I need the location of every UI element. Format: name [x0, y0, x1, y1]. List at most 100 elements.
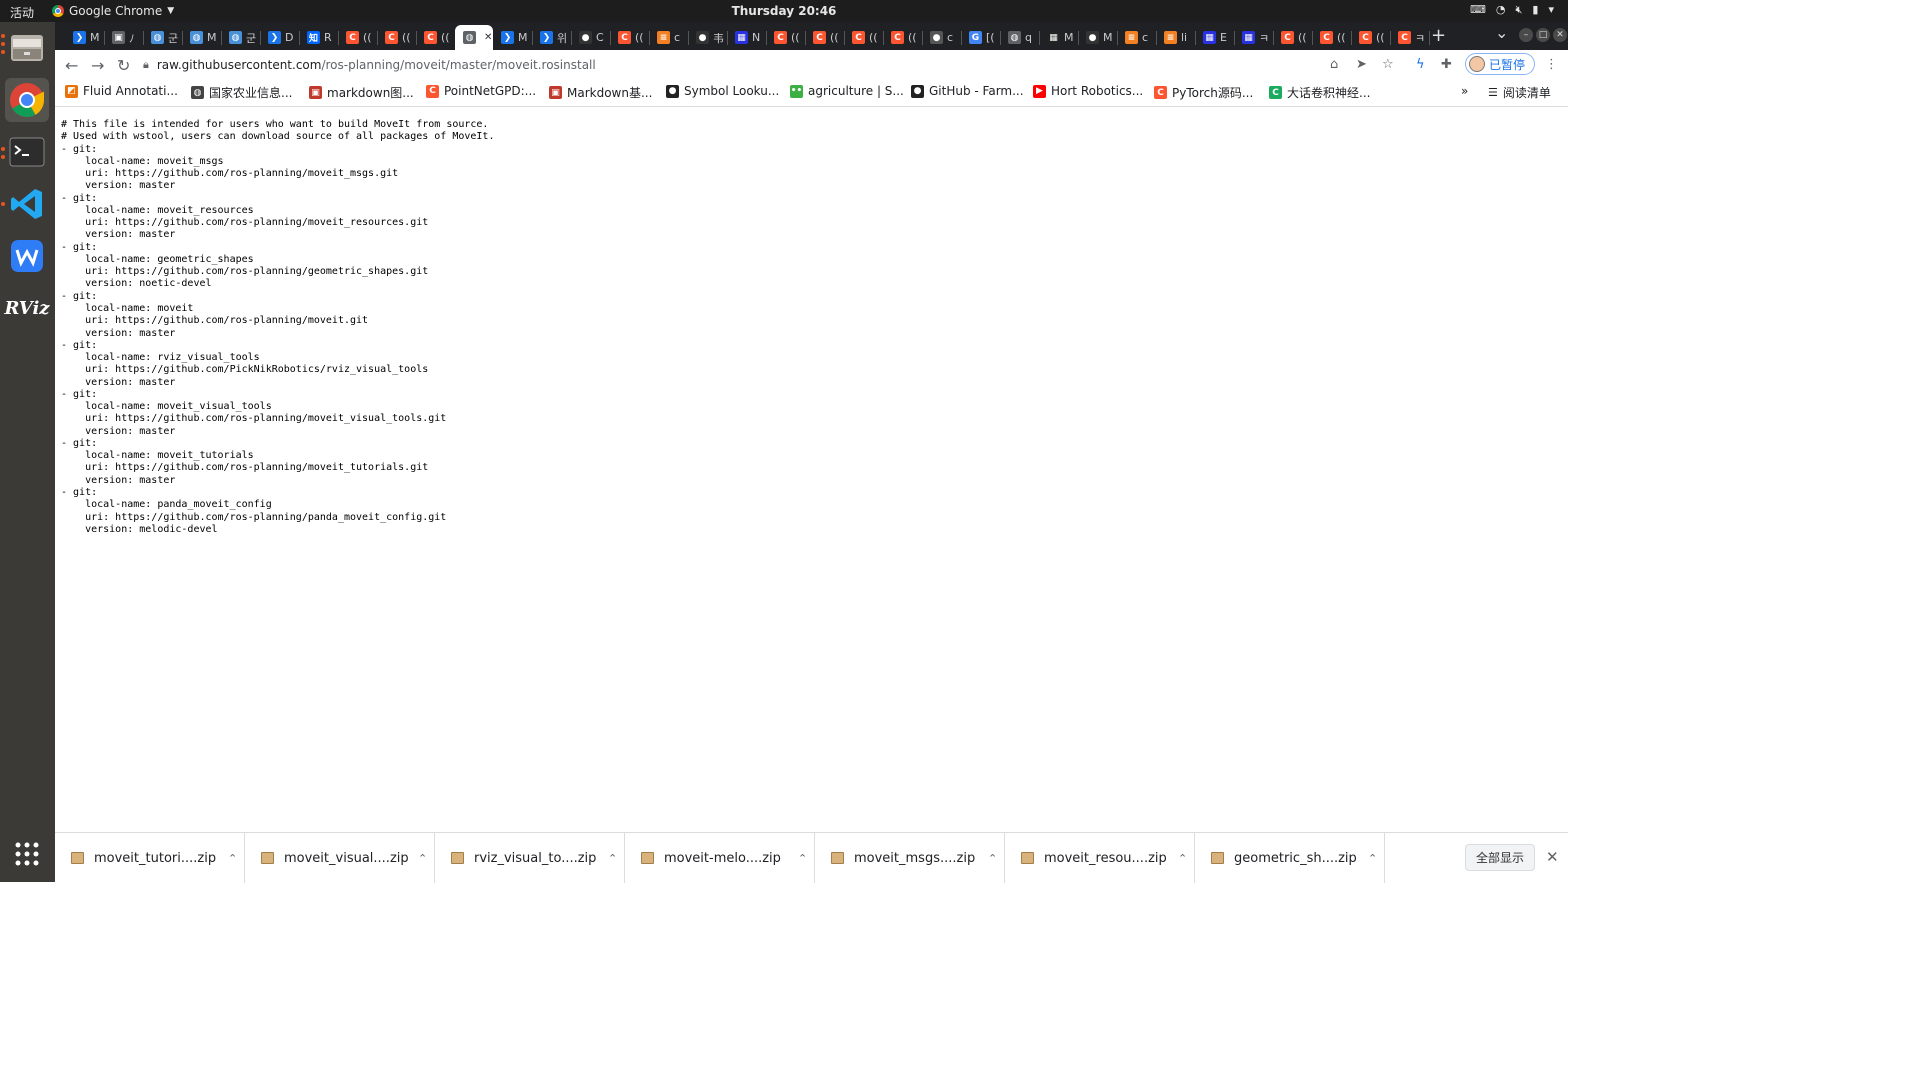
tab[interactable]: ❯ M: [493, 25, 532, 50]
download-item[interactable]: geometric_sh....zip ⌃: [1195, 833, 1385, 883]
download-item[interactable]: moveit_visual....zip ⌃: [245, 833, 435, 883]
tab[interactable]: ≡ c: [649, 25, 688, 50]
download-item[interactable]: moveit_resou....zip ⌃: [1005, 833, 1195, 883]
bookmark-item[interactable]: ◩ Fluid Annotati...: [65, 84, 178, 98]
tab[interactable]: C ((: [844, 25, 883, 50]
tab[interactable]: ◍ 군: [221, 25, 260, 50]
wps-app-icon[interactable]: [5, 234, 49, 278]
tab[interactable]: Cㅋ: [1390, 25, 1429, 50]
show-applications-icon[interactable]: [5, 832, 49, 876]
tab[interactable]: ▦ M: [1039, 25, 1078, 50]
battery-icon[interactable]: ▮: [1532, 3, 1538, 17]
close-shelf-icon[interactable]: ✕: [1546, 848, 1559, 866]
tab[interactable]: ▦ E: [1195, 25, 1234, 50]
tab[interactable]: ❯ D: [260, 25, 299, 50]
download-item[interactable]: moveit-melo....zip ⌃: [625, 833, 815, 883]
wifi-icon[interactable]: ◔: [1496, 3, 1506, 17]
tab[interactable]: ◍ q: [1000, 25, 1039, 50]
profile-button[interactable]: 已暂停: [1465, 53, 1535, 75]
tab[interactable]: C ((: [1351, 25, 1390, 50]
tab[interactable]: C ((: [338, 25, 377, 50]
tab[interactable]: ≡ c: [1117, 25, 1156, 50]
tab[interactable]: ≡ li: [1156, 25, 1195, 50]
tab[interactable]: ▦ ㅋ: [1234, 25, 1273, 50]
close-window-icon[interactable]: ✕: [1553, 28, 1567, 42]
chevron-up-icon[interactable]: ⌃: [418, 852, 427, 865]
tab-search-icon[interactable]: ⌄: [1495, 23, 1508, 42]
site-info-icon[interactable]: 🔒︎: [143, 58, 149, 72]
keyboard-icon[interactable]: ⌨: [1470, 3, 1486, 17]
bookmark-star-icon[interactable]: ☆: [1382, 57, 1394, 72]
rviz-app-icon[interactable]: RViz: [4, 286, 49, 330]
files-app-icon[interactable]: [5, 26, 49, 70]
chevron-up-icon[interactable]: ⌃: [1368, 852, 1377, 865]
back-arrow-icon[interactable]: ←: [65, 56, 78, 75]
bookmark-item[interactable]: ▣ Markdown基...: [549, 84, 652, 101]
chevron-up-icon[interactable]: ⌃: [608, 852, 617, 865]
download-item[interactable]: moveit_tutori....zip ⌃: [55, 833, 245, 883]
chevron-up-icon[interactable]: ⌃: [1178, 852, 1187, 865]
maximize-icon[interactable]: □: [1536, 28, 1550, 42]
volume-mute-icon[interactable]: 🔇︎: [1515, 3, 1522, 17]
system-tray[interactable]: ⌨ ◔ 🔇︎ ▮ ▾: [1470, 3, 1554, 17]
bookmark-item[interactable]: C PyTorch源码...: [1154, 84, 1253, 101]
terminal-app-icon[interactable]: [5, 130, 49, 174]
tab[interactable]: 知R: [299, 25, 338, 50]
chevron-up-icon[interactable]: ⌃: [988, 852, 997, 865]
close-tab-icon[interactable]: ✕: [484, 32, 492, 43]
new-tab-icon[interactable]: +: [1431, 25, 1446, 46]
tab[interactable]: ● C: [571, 25, 610, 50]
chevron-up-icon[interactable]: ⌃: [228, 852, 237, 865]
vscode-app-icon[interactable]: [5, 182, 49, 226]
bookmark-item[interactable]: ● GitHub - Farm...: [911, 84, 1024, 98]
bookmarks-overflow-icon[interactable]: »: [1461, 84, 1468, 98]
tab-label: ((: [791, 31, 800, 44]
tab[interactable]: ● M: [1078, 25, 1117, 50]
tab[interactable]: ◍ M: [182, 25, 221, 50]
minimize-icon[interactable]: –: [1519, 28, 1533, 42]
bookmark-item[interactable]: ▣ markdown图...: [309, 84, 414, 101]
tab-label: M: [518, 31, 528, 44]
download-item[interactable]: moveit_msgs....zip ⌃: [815, 833, 1005, 883]
zip-file-icon: [1021, 852, 1034, 864]
tab[interactable]: ● c: [922, 25, 961, 50]
lightning-extension-icon[interactable]: ϟ: [1416, 57, 1425, 72]
tab[interactable]: ▣ ﾉ: [104, 25, 143, 50]
tab[interactable]: C ((: [377, 25, 416, 50]
bookmark-item[interactable]: ◍ 国家农业信息...: [191, 84, 292, 101]
download-item[interactable]: rviz_visual_to....zip ⌃: [435, 833, 625, 883]
tab[interactable]: C ((: [805, 25, 844, 50]
bookmark-item[interactable]: ● Symbol Looku...: [666, 84, 779, 98]
chrome-app-icon[interactable]: [5, 78, 49, 122]
extensions-puzzle-icon[interactable]: ✚: [1441, 57, 1452, 72]
tab[interactable]: ● 韦: [688, 25, 727, 50]
tab[interactable]: C ((: [883, 25, 922, 50]
clock[interactable]: Thursday 20:46: [0, 4, 1568, 18]
bookmark-item[interactable]: C 大话卷积神经...: [1269, 84, 1370, 101]
power-caret-icon[interactable]: ▾: [1548, 3, 1554, 17]
kebab-menu-icon[interactable]: ⋮: [1545, 57, 1558, 72]
reading-list-button[interactable]: ☰ 阅读清单: [1488, 84, 1551, 101]
tab[interactable]: C ((: [766, 25, 805, 50]
address-bar[interactable]: 🔒︎ raw.githubusercontent.com/ros-plannin…: [143, 52, 1408, 78]
tab[interactable]: ❯ 위: [532, 25, 571, 50]
send-to-device-icon[interactable]: ➤: [1356, 57, 1367, 72]
tab-active[interactable]: ◍ ✕: [455, 25, 493, 50]
tab[interactable]: C ((: [1312, 25, 1351, 50]
reload-icon[interactable]: ↻: [117, 56, 130, 75]
tab[interactable]: ❯ M: [65, 25, 104, 50]
bookmark-item[interactable]: ▶ Hort Robotics...: [1033, 84, 1143, 98]
bookmark-item[interactable]: •• agriculture | S...: [790, 84, 904, 98]
forward-arrow-icon[interactable]: →: [91, 56, 104, 75]
tab[interactable]: ◍ 군: [143, 25, 182, 50]
tab[interactable]: C ((: [1273, 25, 1312, 50]
bookmark-item[interactable]: C PointNetGPD:...: [426, 84, 536, 98]
tab[interactable]: G [(: [961, 25, 1000, 50]
chevron-up-icon[interactable]: ⌃: [798, 852, 807, 865]
tab-label: ((: [441, 31, 450, 44]
tab[interactable]: C ((: [416, 25, 455, 50]
tab[interactable]: C ((: [610, 25, 649, 50]
tab[interactable]: ▦ N: [727, 25, 766, 50]
translate-icon[interactable]: ⌂: [1330, 57, 1338, 72]
show-all-downloads-button[interactable]: 全部显示: [1465, 844, 1535, 871]
